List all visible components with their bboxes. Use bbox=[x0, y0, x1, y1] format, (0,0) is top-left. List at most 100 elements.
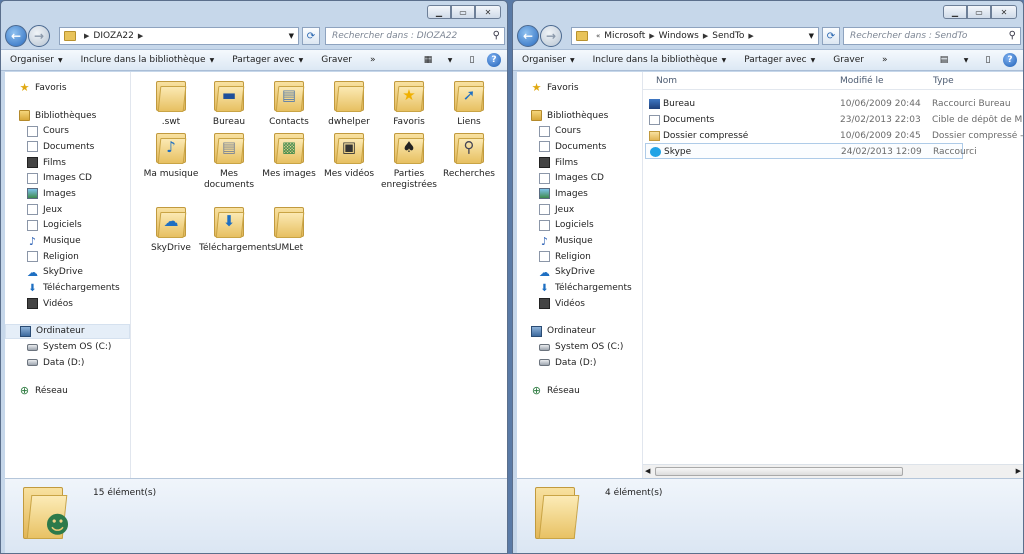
view-options-icon[interactable]: ▤ bbox=[937, 53, 951, 67]
maximize-button[interactable]: ▭ bbox=[967, 5, 991, 19]
more-commands-button[interactable]: » bbox=[873, 55, 897, 65]
refresh-button[interactable]: ⟳ bbox=[302, 27, 320, 45]
folder-item[interactable]: ➚ Liens bbox=[439, 78, 499, 128]
nav-item-cours[interactable]: Cours bbox=[517, 123, 642, 139]
include-library-menu[interactable]: Inclure dans la bibliothèque ▼ bbox=[72, 55, 224, 65]
table-row[interactable]: Documents 23/02/2013 22:03 Cible de dépô… bbox=[645, 112, 1022, 128]
nav-item-religion[interactable]: Religion bbox=[5, 249, 130, 265]
nav-item-images[interactable]: Images bbox=[5, 186, 130, 202]
file-view-details[interactable]: Nom Modifié le Type Bureau 10/06/2009 20… bbox=[643, 72, 1023, 478]
forward-button[interactable]: → bbox=[28, 25, 50, 47]
nav-item-drive-d[interactable]: Data (D:) bbox=[517, 355, 642, 371]
folder-item[interactable]: ▩ Mes images bbox=[259, 130, 319, 180]
nav-item-skydrive[interactable]: ☁ SkyDrive bbox=[5, 265, 130, 281]
preview-pane-icon[interactable]: ▯ bbox=[465, 53, 479, 67]
minimize-button[interactable]: ▁ bbox=[943, 5, 967, 19]
nav-item-libraries[interactable]: Bibliothèques bbox=[517, 108, 642, 124]
nav-item-network[interactable]: ⊕ Réseau bbox=[517, 383, 642, 399]
nav-item-documents[interactable]: Documents bbox=[517, 139, 642, 155]
search-input[interactable]: Rechercher dans : DIOZA22 ⚲ bbox=[325, 27, 505, 45]
scrollbar-thumb[interactable] bbox=[655, 467, 903, 476]
more-commands-button[interactable]: » bbox=[361, 55, 385, 65]
chevron-down-icon[interactable]: ▼ bbox=[289, 32, 294, 40]
column-header-modified[interactable]: Modifié le bbox=[840, 76, 884, 86]
nav-item-drive-c[interactable]: System OS (C:) bbox=[517, 339, 642, 355]
back-button[interactable]: ← bbox=[517, 25, 539, 47]
nav-item-religion[interactable]: Religion bbox=[517, 249, 642, 265]
breadcrumb-arrow-icon[interactable]: ▶ bbox=[138, 32, 143, 40]
folder-item[interactable]: ▤ Mes documents bbox=[199, 130, 259, 191]
folder-item[interactable]: ▤ Contacts bbox=[259, 78, 319, 128]
address-bar[interactable]: ▶ DIOZA22 ▶ ▼ bbox=[59, 27, 299, 45]
nav-item-images-cd[interactable]: Images CD bbox=[517, 170, 642, 186]
nav-item-network[interactable]: ⊕ Réseau bbox=[5, 383, 130, 399]
folder-item[interactable]: ▬ Bureau bbox=[199, 78, 259, 128]
folder-item[interactable]: ⬇ Téléchargements bbox=[199, 204, 276, 254]
help-icon[interactable]: ? bbox=[487, 53, 501, 67]
title-bar[interactable]: ▁ ▭ ✕ bbox=[1, 1, 507, 23]
nav-item-libraries[interactable]: Bibliothèques bbox=[5, 108, 130, 124]
file-view-icons[interactable]: .swt ▬ Bureau ▤ Contacts dwhelper ★ Favo… bbox=[131, 72, 507, 478]
table-row[interactable]: Bureau 10/06/2009 20:44 Raccourci Bureau bbox=[645, 96, 1011, 112]
forward-button[interactable]: → bbox=[540, 25, 562, 47]
organize-menu[interactable]: Organiser ▼ bbox=[1, 55, 72, 65]
search-icon[interactable]: ⚲ bbox=[1009, 30, 1016, 41]
chevron-down-icon[interactable]: ▼ bbox=[809, 32, 814, 40]
breadcrumb-arrow-icon[interactable]: ▶ bbox=[748, 32, 753, 40]
nav-item-documents[interactable]: Documents bbox=[5, 139, 130, 155]
nav-item-images-cd[interactable]: Images CD bbox=[5, 170, 130, 186]
nav-item-musique[interactable]: ♪ Musique bbox=[5, 233, 130, 249]
nav-item-favorites[interactable]: ★ Favoris bbox=[5, 80, 130, 96]
folder-item[interactable]: .swt bbox=[141, 78, 201, 128]
folder-item[interactable]: dwhelper bbox=[319, 78, 379, 128]
nav-item-telechargements[interactable]: ⬇ Téléchargements bbox=[517, 280, 642, 296]
nav-item-skydrive[interactable]: ☁ SkyDrive bbox=[517, 265, 642, 281]
nav-item-favorites[interactable]: ★ Favoris bbox=[517, 80, 642, 96]
nav-item-films[interactable]: Films bbox=[517, 155, 642, 171]
nav-item-telechargements[interactable]: ⬇ Téléchargements bbox=[5, 280, 130, 296]
nav-item-jeux[interactable]: Jeux bbox=[517, 202, 642, 218]
nav-item-logiciels[interactable]: Logiciels bbox=[517, 218, 642, 234]
refresh-button[interactable]: ⟳ bbox=[822, 27, 840, 45]
table-row[interactable]: Skype 24/02/2013 12:09 Raccourci bbox=[645, 143, 977, 159]
organize-menu[interactable]: Organiser ▼ bbox=[513, 55, 584, 65]
close-button[interactable]: ✕ bbox=[991, 5, 1017, 19]
burn-button[interactable]: Graver bbox=[312, 55, 361, 65]
scroll-right-icon[interactable]: ▶ bbox=[1016, 467, 1021, 475]
share-menu[interactable]: Partager avec ▼ bbox=[735, 55, 824, 65]
preview-pane-icon[interactable]: ▯ bbox=[981, 53, 995, 67]
folder-item[interactable]: ★ Favoris bbox=[379, 78, 439, 128]
address-bar[interactable]: « Microsoft ▶ Windows ▶ SendTo ▶ ▼ bbox=[571, 27, 819, 45]
breadcrumb-overflow[interactable]: « bbox=[596, 32, 600, 40]
breadcrumb-item[interactable]: DIOZA22 bbox=[93, 31, 133, 41]
help-icon[interactable]: ? bbox=[1003, 53, 1017, 67]
table-row[interactable]: Dossier compressé 10/06/2009 20:45 Dossi… bbox=[645, 128, 1023, 144]
nav-item-images[interactable]: Images bbox=[517, 186, 642, 202]
minimize-button[interactable]: ▁ bbox=[427, 5, 451, 19]
horizontal-scrollbar[interactable]: ◀ ▶ bbox=[643, 464, 1023, 478]
nav-item-videos[interactable]: Vidéos bbox=[517, 296, 642, 312]
nav-item-drive-c[interactable]: System OS (C:) bbox=[5, 339, 130, 355]
burn-button[interactable]: Graver bbox=[824, 55, 873, 65]
chevron-down-icon[interactable]: ▼ bbox=[443, 53, 457, 67]
breadcrumb-item[interactable]: SendTo bbox=[712, 31, 744, 41]
nav-item-computer[interactable]: Ordinateur bbox=[517, 324, 642, 340]
nav-item-computer[interactable]: Ordinateur bbox=[5, 323, 130, 340]
breadcrumb-arrow-icon[interactable]: ▶ bbox=[649, 32, 654, 40]
search-icon[interactable]: ⚲ bbox=[493, 30, 500, 41]
include-library-menu[interactable]: Inclure dans la bibliothèque ▼ bbox=[584, 55, 736, 65]
nav-item-films[interactable]: Films bbox=[5, 155, 130, 171]
nav-item-musique[interactable]: ♪ Musique bbox=[517, 233, 642, 249]
close-button[interactable]: ✕ bbox=[475, 5, 501, 19]
folder-item[interactable]: ⚲ Recherches bbox=[439, 130, 499, 180]
title-bar[interactable]: ▁ ▭ ✕ bbox=[513, 1, 1023, 23]
search-input[interactable]: Rechercher dans : SendTo ⚲ bbox=[843, 27, 1021, 45]
breadcrumb-item[interactable]: Microsoft bbox=[604, 31, 645, 41]
scroll-left-icon[interactable]: ◀ bbox=[645, 467, 650, 475]
folder-item[interactable]: ♠ Parties enregistrées bbox=[379, 130, 439, 191]
column-header-type[interactable]: Type bbox=[933, 76, 954, 86]
nav-item-jeux[interactable]: Jeux bbox=[5, 202, 130, 218]
nav-item-logiciels[interactable]: Logiciels bbox=[5, 218, 130, 234]
nav-item-cours[interactable]: Cours bbox=[5, 123, 130, 139]
maximize-button[interactable]: ▭ bbox=[451, 5, 475, 19]
